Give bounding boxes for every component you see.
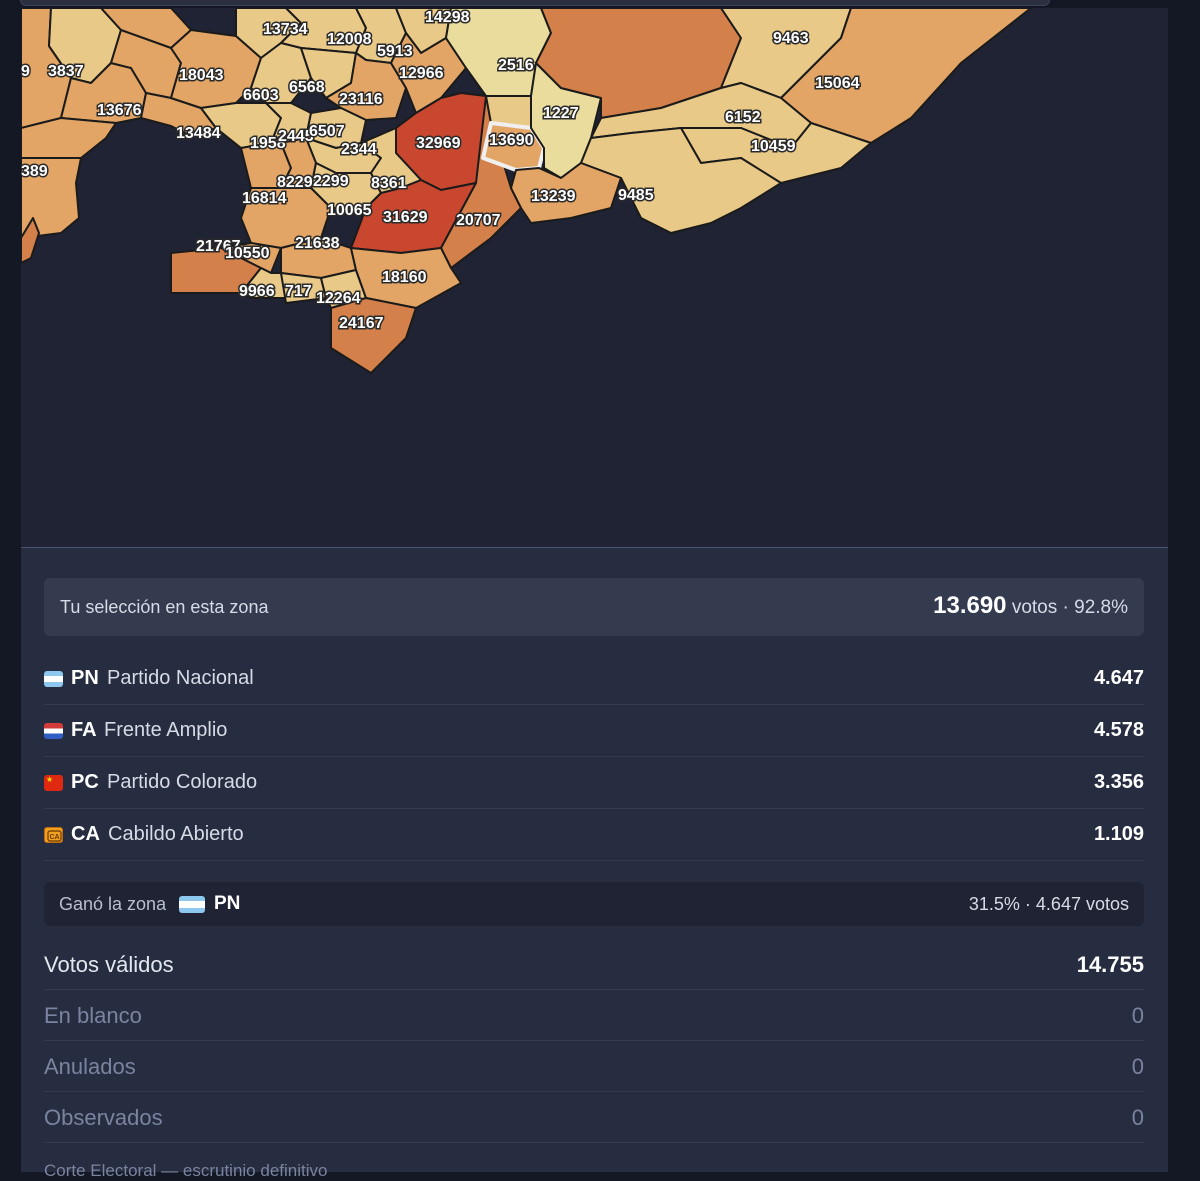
totals-label: Observados: [44, 1105, 163, 1130]
party-votes: 3.356: [1093, 771, 1144, 793]
totals-label: En blanco: [44, 1003, 142, 1028]
zone-results-card: 13734 12008 5913 14298 2516 9463 3837 18043 6568…: [21, 8, 1168, 1180]
zone-label: 8229: [277, 174, 313, 191]
zone-label: 10065: [327, 202, 372, 219]
totals-value: 14.755: [1076, 952, 1144, 977]
horizontal-scrollbar[interactable]: [20, 0, 1050, 6]
zone-label: 9966: [239, 283, 275, 300]
map-zone[interactable]: [21, 117, 117, 159]
selection-votes-unit: votos: [1011, 597, 1058, 618]
zone-label: 3837: [48, 63, 84, 80]
zone-label: 6603: [243, 87, 279, 104]
zone-label: 18043: [179, 67, 224, 84]
zone-label: 24167: [339, 315, 384, 332]
zone-winner-banner: Ganó la zona PN 31.5% · 4.647 votos: [44, 882, 1144, 926]
zone-label: 6152: [725, 109, 761, 126]
totals-value: 0: [1131, 1003, 1144, 1028]
party-abbr: PC: [71, 771, 99, 793]
zone-label: 9485: [618, 187, 654, 204]
zone-label: 13734: [263, 21, 308, 38]
selection-percent: 92.8%: [1074, 597, 1128, 618]
zone-label: 16814: [242, 190, 287, 207]
totals-value: 0: [1131, 1054, 1144, 1079]
selection-votes: 13.690: [933, 592, 1007, 619]
totals-row-blank: En blanco 0: [44, 990, 1144, 1041]
winner-party: PN: [214, 893, 241, 914]
winner-label: Ganó la zona: [59, 894, 167, 914]
zone-label: 13676: [97, 102, 142, 119]
party-row-pc[interactable]: ★ PC Partido Colorado 3.356: [44, 758, 1144, 809]
totals-label: Votos válidos: [44, 952, 174, 977]
red-blue-white-flag-icon: [44, 723, 63, 739]
totals-row-observed: Observados 0: [44, 1092, 1144, 1143]
totals-row-annulled: Anulados 0: [44, 1041, 1144, 1092]
zone-label: 2299: [313, 173, 349, 190]
map-svg[interactable]: 13734 12008 5913 14298 2516 9463 3837 18043 6568…: [21, 8, 1168, 548]
source-footer: Corte Electoral — escrutinio definitivo: [44, 1161, 328, 1180]
party-name: Cabildo Abierto: [108, 823, 244, 845]
zone-label: 12966: [399, 65, 444, 82]
browser-top-bar: [0, 0, 1200, 8]
uruguay-sky-blue-white-flag-icon: [179, 896, 205, 913]
zone-label: 14298: [425, 9, 470, 26]
zone-label: 20707: [456, 212, 501, 229]
zone-label: 23116: [339, 91, 383, 108]
zone-label: 2516: [498, 57, 534, 74]
map-zone[interactable]: [330, 297, 417, 374]
totals-label: Anulados: [44, 1054, 136, 1079]
zone-label: 31629: [383, 209, 428, 226]
uruguay-sky-blue-white-flag-icon: [44, 671, 63, 687]
selection-summary: Tu selección en esta zona 13.690 votos ·…: [44, 578, 1144, 636]
zone-label: 717: [285, 283, 312, 300]
zone-label: 18160: [382, 269, 427, 286]
zone-label: 32969: [416, 135, 461, 152]
zone-label: 12008: [327, 31, 372, 48]
choropleth-map[interactable]: 13734 12008 5913 14298 2516 9463 3837 18043 6568…: [21, 8, 1168, 548]
totals-value: 0: [1131, 1105, 1144, 1130]
zone-label: 10550: [225, 245, 270, 262]
party-abbr: PN: [71, 667, 99, 689]
zone-label: 1227: [543, 105, 579, 122]
winner-stats: 31.5% · 4.647 votos: [968, 894, 1129, 914]
zone-label: 13690: [489, 132, 534, 149]
party-votes: 4.647: [1093, 667, 1144, 689]
ca-badge-icon: CA: [44, 827, 63, 843]
zone-label: 21638: [295, 235, 340, 252]
zone-label: 10459: [751, 138, 796, 155]
zone-label: 9: [21, 63, 30, 80]
red-star-flag-icon: ★: [44, 775, 63, 791]
party-abbr: FA: [71, 719, 97, 741]
zone-label: 8361: [371, 175, 407, 192]
party-name: Partido Colorado: [107, 771, 258, 793]
svg-text:CA: CA: [49, 834, 59, 841]
zone-label: 13484: [176, 125, 221, 142]
party-row-pn[interactable]: PN Partido Nacional 4.647: [44, 654, 1144, 705]
party-row-ca[interactable]: CA CA Cabildo Abierto 1.109: [44, 810, 1144, 861]
zone-label: 6507: [309, 123, 345, 140]
zone-label: 15064: [815, 75, 860, 92]
party-row-fa[interactable]: FA Frente Amplio 4.578: [44, 706, 1144, 757]
party-name: Partido Nacional: [107, 667, 254, 689]
selection-separator: ·: [1062, 597, 1069, 618]
zone-label: 12264: [316, 290, 361, 307]
party-votes: 4.578: [1093, 719, 1144, 741]
zone-label: 2344: [341, 141, 377, 158]
zone-label: 5913: [377, 43, 413, 60]
selection-value: 13.690 votos · 92.8%: [933, 592, 1128, 620]
zone-label: 13239: [531, 188, 576, 205]
party-name: Frente Amplio: [104, 719, 228, 741]
party-votes: 1.109: [1093, 823, 1144, 845]
selection-label: Tu selección en esta zona: [60, 597, 269, 617]
zone-label: 389: [21, 163, 48, 180]
party-abbr: CA: [71, 823, 100, 845]
totals-row-valid: Votos válidos 14.755: [44, 939, 1144, 990]
zone-label: 6568: [289, 79, 325, 96]
zone-label: 9463: [773, 30, 809, 47]
